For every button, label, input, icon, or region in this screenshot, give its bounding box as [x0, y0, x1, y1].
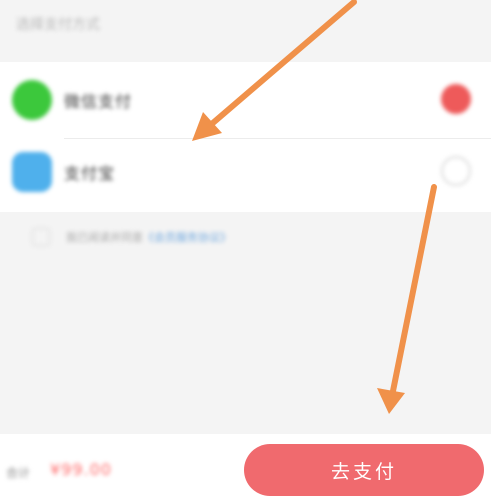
total-label: 合计 [6, 466, 31, 480]
payment-method-label: 微信支付 [64, 92, 133, 111]
agreement-text: 我已阅读并同意《会员服务协议》 [66, 229, 231, 245]
agreement-row: 我已阅读并同意《会员服务协议》 [0, 212, 491, 262]
pay-button[interactable]: 去支付 [244, 444, 484, 496]
section-title: 选择支付方式 [16, 17, 100, 33]
radio-unchecked-icon[interactable] [441, 156, 471, 186]
wechat-pay-icon [12, 80, 52, 120]
payment-method-wechat[interactable]: 微信支付 [0, 66, 491, 138]
agreement-checkbox[interactable] [32, 228, 50, 246]
payment-methods-card: 微信支付 支付宝 [0, 62, 491, 212]
agreement-link[interactable]: 《会员服务协议》 [143, 231, 231, 244]
payment-method-alipay[interactable]: 支付宝 [0, 138, 491, 210]
payment-section-header: 选择支付方式 [0, 0, 491, 62]
radio-checked-icon[interactable] [441, 84, 471, 114]
payment-method-label: 支付宝 [64, 164, 116, 183]
alipay-icon [12, 152, 52, 192]
agreement-prefix: 我已阅读并同意 [66, 231, 143, 244]
total-amount: ¥99.00 [50, 460, 112, 479]
